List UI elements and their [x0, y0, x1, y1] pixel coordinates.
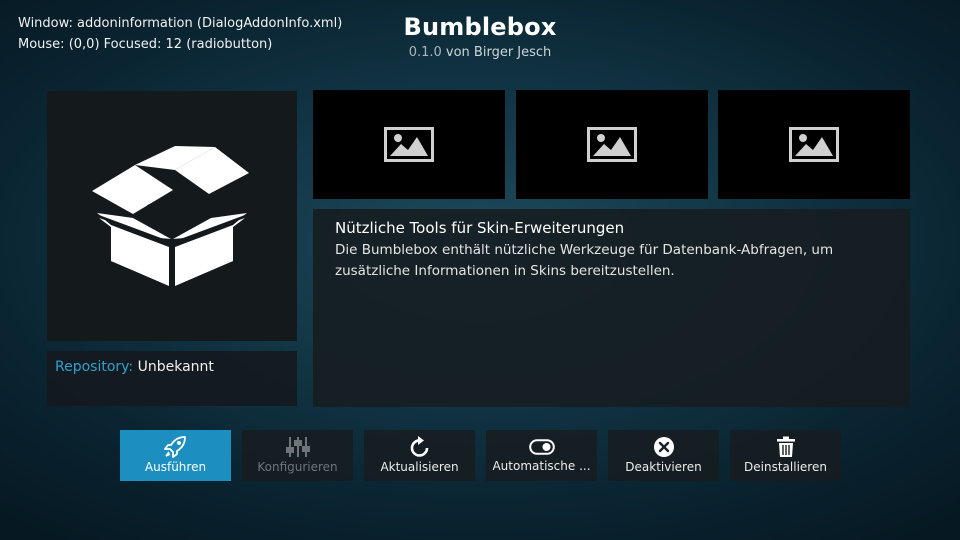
disable-button-label: Deaktivieren — [625, 460, 702, 474]
run-button[interactable]: Ausführen — [120, 430, 231, 481]
run-button-label: Ausführen — [144, 460, 207, 474]
repository-value: Unbekannt — [137, 359, 214, 375]
description-title: Nützliche Tools für Skin-Erweiterungen — [335, 219, 625, 237]
disable-button[interactable]: Deaktivieren — [608, 430, 719, 481]
description-panel: Nützliche Tools für Skin-Erweiterungen D… — [313, 209, 910, 407]
addon-subtitle: 0.1.0 von Birger Jesch — [0, 44, 960, 62]
rocket-icon — [163, 436, 186, 458]
uninstall-button-label: Deinstallieren — [744, 460, 827, 474]
update-button[interactable]: Aktualisieren — [364, 430, 475, 481]
refresh-icon — [410, 436, 428, 457]
addon-title: Bumblebox — [403, 13, 557, 41]
open-box-icon — [92, 146, 249, 286]
image-placeholder-icon — [789, 127, 839, 162]
description-text: Die Bumblebox enthält nützliche Werkzeug… — [335, 242, 834, 279]
addon-icon-panel — [47, 91, 297, 341]
screenshot-thumbnail-1[interactable] — [313, 90, 505, 199]
image-placeholder-icon — [384, 127, 434, 162]
addon-author: von Birger Jesch — [445, 45, 552, 60]
addon-header: Bumblebox 0.1.0 von Birger Jesch — [0, 12, 960, 62]
repository-panel: Repository: Unbekannt — [47, 351, 297, 406]
repository-label: Repository: — [55, 359, 134, 375]
image-placeholder-icon — [587, 127, 637, 162]
sliders-icon — [285, 437, 310, 457]
uninstall-button[interactable]: Deinstallieren — [730, 430, 841, 481]
configure-button-label: Konfigurieren — [257, 460, 338, 474]
auto-update-button-label: Automatische ... — [492, 459, 591, 473]
toggle-icon — [528, 439, 555, 455]
screenshot-thumbnail-3[interactable] — [718, 90, 910, 199]
update-button-label: Aktualisieren — [380, 460, 459, 474]
repository-line: Repository: Unbekannt — [55, 359, 214, 375]
addon-version: 0.1.0 — [408, 45, 442, 60]
auto-update-toggle-button[interactable]: Automatische ... — [486, 430, 597, 481]
screenshot-thumbnail-2[interactable] — [516, 90, 708, 199]
trash-icon — [776, 436, 795, 457]
configure-button[interactable]: Konfigurieren — [242, 430, 353, 481]
close-circle-icon — [653, 437, 674, 457]
